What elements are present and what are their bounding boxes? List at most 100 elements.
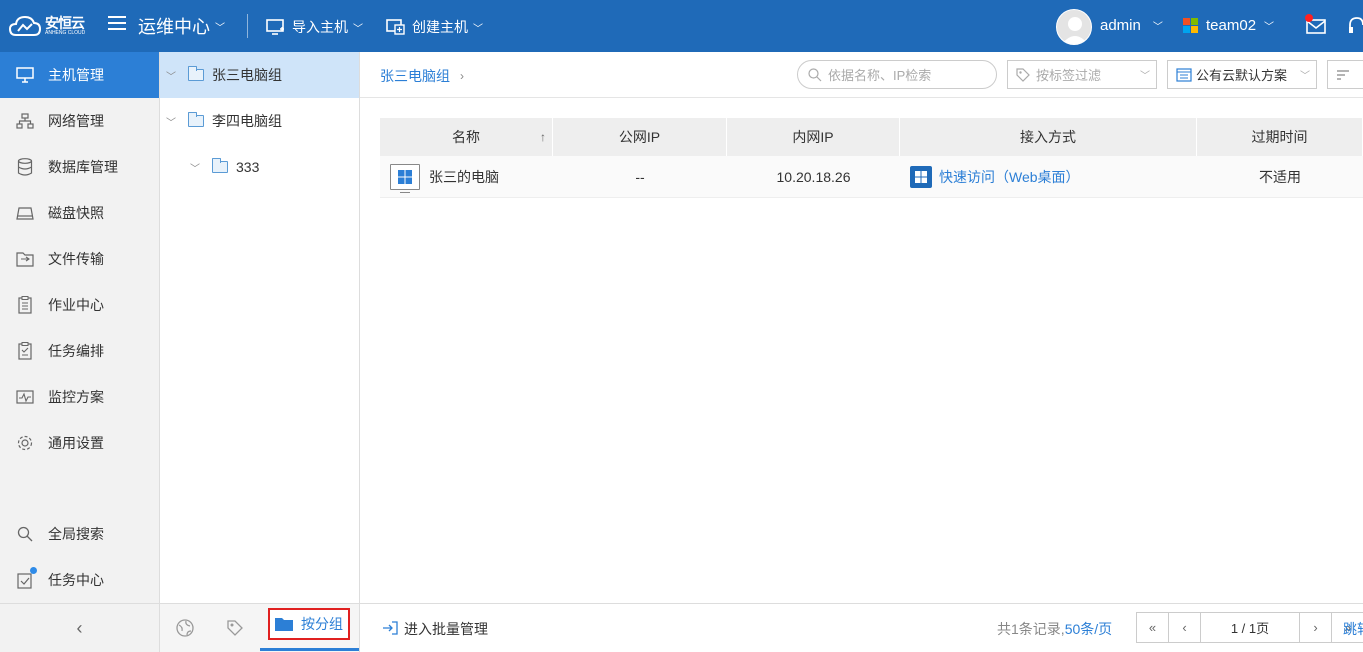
sidebar-item-host-management[interactable]: 主机管理 (0, 52, 159, 98)
next-page-button[interactable]: › (1299, 612, 1332, 643)
breadcrumb-item[interactable]: 张三电脑组 (380, 66, 450, 86)
column-label: 公网IP (618, 129, 661, 145)
tree-node-label: 333 (236, 159, 260, 175)
table-row[interactable]: 张三的电脑 -- 10.20.18.26 快速访问（Web桌面） 不适用 (380, 156, 1363, 198)
access-cell: 快速访问（Web桌面） (900, 156, 1197, 197)
sidebar-item-label: 主机管理 (48, 67, 104, 83)
sidebar-item-task-orchestration[interactable]: 任务编排 (0, 328, 159, 374)
page-info: 1 / 1页 (1200, 612, 1300, 643)
logo-text: 安恒云 (45, 15, 85, 31)
public-ip-cell: -- (553, 156, 727, 197)
batch-manage-button[interactable]: 进入批量管理 (382, 619, 488, 639)
center-title: 运维中心 (138, 17, 210, 37)
cloud-logo-icon (8, 15, 42, 36)
group-view-tab[interactable]: 按分组 (268, 608, 350, 640)
user-menu[interactable]: admin ﹀ (1100, 17, 1163, 34)
chevron-down-icon: ﹀ (215, 22, 225, 34)
plan-select[interactable]: 公有云默认方案 ﹀ (1167, 60, 1317, 89)
create-host-icon (386, 19, 405, 35)
first-page-button[interactable]: « (1136, 612, 1169, 643)
center-switcher[interactable]: 运维中心 ﹀ (138, 13, 225, 39)
expire-value: 不适用 (1259, 168, 1301, 185)
chevron-left-icon: ‹ (76, 617, 83, 638)
host-name-cell[interactable]: 张三的电脑 (380, 156, 553, 197)
batch-manage-label: 进入批量管理 (404, 621, 488, 637)
create-host-button[interactable]: 创建主机 ﹀ (386, 17, 483, 37)
sidebar-item-database[interactable]: 数据库管理 (0, 144, 159, 190)
host-table: 名称 ↑ 公网IP 内网IP 接入方式 过期时间 张三的电脑 -- 10.20.… (380, 118, 1363, 198)
chevron-down-icon[interactable]: ﹀ (166, 68, 180, 83)
task-orchestration-icon (16, 342, 34, 360)
sidebar-item-label: 文件传输 (48, 251, 104, 267)
chevron-down-icon[interactable]: ﹀ (190, 160, 204, 175)
monitor-icon (16, 66, 34, 84)
tag-filter-placeholder: 按标签过滤 (1036, 68, 1102, 83)
column-header-public-ip: 公网IP (553, 118, 727, 156)
column-label: 过期时间 (1251, 129, 1308, 145)
public-ip: -- (635, 168, 645, 185)
sidebar-item-disk-snapshot[interactable]: 磁盘快照 (0, 190, 159, 236)
column-label: 内网IP (792, 129, 834, 145)
tag-icon (227, 620, 243, 636)
column-header-private-ip: 内网IP (727, 118, 900, 156)
logo[interactable]: 安恒云 ANHENG CLOUD (8, 11, 85, 41)
sidebar-item-global-search[interactable]: 全局搜索 (0, 511, 159, 557)
prev-page-button[interactable]: ‹ (1168, 612, 1201, 643)
total-text: 共1条记录, (997, 621, 1065, 637)
quick-access-label: 快速访问（Web桌面） (939, 168, 1080, 185)
user-name: admin (1100, 17, 1141, 34)
tree-node-lisi[interactable]: ﹀ 李四电脑组 (160, 98, 359, 144)
collapse-sidebar-button[interactable]: ‹ (0, 603, 159, 652)
sort-asc-icon[interactable]: ↑ (540, 130, 546, 144)
sidebar: 主机管理 网络管理 数据库管理 磁盘快照 文件传输 作业中心 任务编排 监控方案… (0, 52, 160, 652)
network-icon (16, 112, 34, 130)
column-label: 名称 (452, 129, 480, 145)
private-ip: 10.20.18.26 (776, 168, 851, 185)
sidebar-item-job-center[interactable]: 作业中心 (0, 282, 159, 328)
jump-button[interactable]: 跳转 (1343, 619, 1363, 639)
search-placeholder: 依据名称、IP检索 (828, 68, 932, 83)
folder-icon (188, 66, 204, 81)
disk-icon (16, 204, 34, 222)
tree-node-label: 李四电脑组 (212, 113, 282, 129)
database-icon (16, 158, 34, 176)
sidebar-item-label: 监控方案 (48, 389, 104, 405)
top-bar: 安恒云 ANHENG CLOUD 运维中心 ﹀ 导入主机 ﹀ 创建主机 ﹀ ad… (0, 0, 1363, 52)
group-view-label: 按分组 (301, 616, 343, 632)
tree-view-tabs: 按分组 (160, 603, 359, 652)
avatar[interactable] (1056, 9, 1092, 45)
globe-view-button[interactable] (160, 604, 210, 652)
sidebar-item-general-settings[interactable]: 通用设置 (0, 420, 159, 466)
group-tree: ﹀ 张三电脑组 ﹀ 李四电脑组 ﹀ 333 按分组 (160, 52, 360, 652)
folder-icon (275, 618, 293, 631)
sidebar-item-file-transfer[interactable]: 文件传输 (0, 236, 159, 282)
sidebar-item-monitoring-plan[interactable]: 监控方案 (0, 374, 159, 420)
menu-icon[interactable] (108, 15, 126, 31)
gear-icon (16, 434, 34, 452)
headset-icon[interactable] (1348, 16, 1363, 36)
sidebar-item-label: 数据库管理 (48, 159, 118, 175)
chevron-down-icon: ﹀ (1300, 71, 1310, 82)
quick-access-link[interactable]: 快速访问（Web桌面） (910, 165, 1080, 188)
column-header-name[interactable]: 名称 ↑ (380, 118, 553, 156)
enter-icon (382, 620, 398, 638)
sort-select[interactable] (1327, 60, 1363, 89)
table-header: 名称 ↑ 公网IP 内网IP 接入方式 过期时间 (380, 118, 1363, 156)
per-page-select[interactable]: 50条/页 (1065, 621, 1112, 637)
search-input[interactable]: 依据名称、IP检索 (797, 60, 997, 89)
team-menu[interactable]: team02 ﹀ (1183, 17, 1274, 34)
tag-view-button[interactable] (210, 604, 260, 652)
windows-icon (910, 165, 932, 188)
chevron-down-icon[interactable]: ﹀ (166, 114, 180, 129)
main-content: 张三电脑组 › 依据名称、IP检索 按标签过滤 ﹀ 公有云默认方案 ﹀ 名称 ↑… (360, 52, 1363, 652)
tree-node-zhangsan[interactable]: ﹀ 张三电脑组 (160, 52, 359, 98)
sidebar-item-network[interactable]: 网络管理 (0, 98, 159, 144)
import-host-button[interactable]: 导入主机 ﹀ (266, 17, 363, 37)
tree-node-333[interactable]: ﹀ 333 (160, 144, 359, 190)
sidebar-item-task-center[interactable]: 任务中心 (0, 557, 159, 603)
mail-icon[interactable] (1304, 14, 1328, 36)
sidebar-item-label: 磁盘快照 (48, 205, 104, 221)
plan-icon (1176, 67, 1192, 82)
chevron-down-icon: ﹀ (1264, 22, 1275, 33)
tag-filter-select[interactable]: 按标签过滤 ﹀ (1007, 60, 1157, 89)
